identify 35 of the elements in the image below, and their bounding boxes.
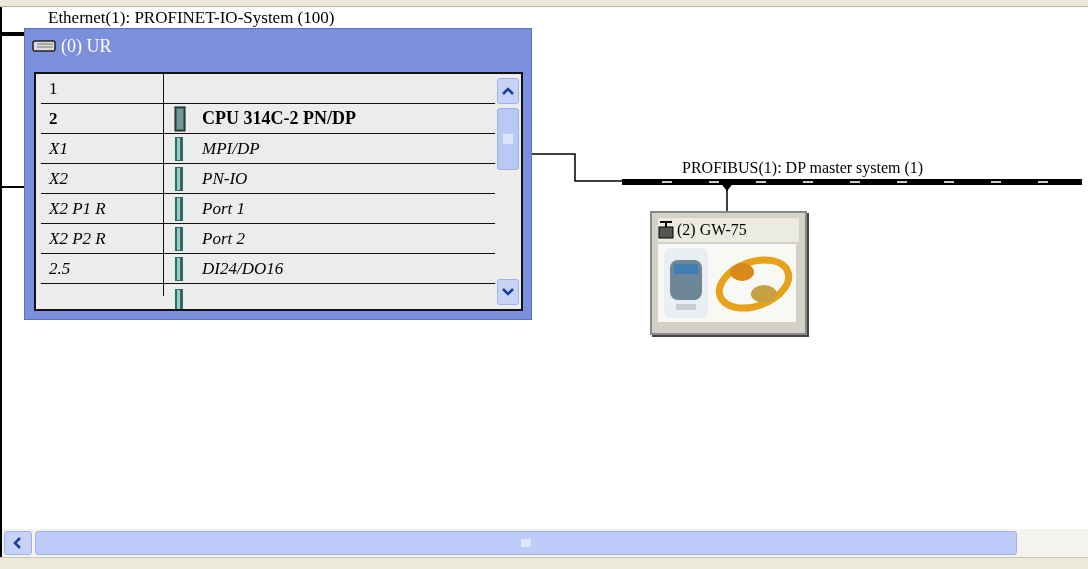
module-icon <box>174 195 186 222</box>
module-icon <box>174 135 186 162</box>
module-icon <box>174 165 186 192</box>
slot-cell: X2 P2 R <box>41 224 164 253</box>
dp-slave-node[interactable]: (2) GW-75 <box>650 211 807 335</box>
scroll-thumb[interactable] <box>35 531 1017 555</box>
slot-cell: X2 <box>41 164 164 193</box>
window-title: (0) UR <box>61 35 112 57</box>
slot-cell: X2 P1 R <box>41 194 164 223</box>
scroll-down-button[interactable] <box>497 279 519 305</box>
module-name: Port 2 <box>202 228 245 249</box>
module-icon <box>174 225 186 252</box>
scroll-thumb[interactable] <box>497 108 519 170</box>
module-name: PN-IO <box>202 168 248 189</box>
slot-cell: 1 <box>41 74 164 103</box>
slot-cell: 2.5 <box>41 254 164 283</box>
rack-icon <box>31 38 59 54</box>
module-icon <box>174 288 186 309</box>
chevron-left-icon <box>13 537 23 549</box>
network-label: Ethernet(1): PROFINET-IO-System (100) <box>48 8 335 28</box>
chevron-up-icon <box>502 87 514 95</box>
slot-cell: 2 <box>41 104 164 133</box>
scroll-left-button[interactable] <box>4 531 32 555</box>
scroll-up-button[interactable] <box>497 78 519 104</box>
module-name: DI24/DO16 <box>202 258 284 279</box>
horizontal-scrollbar[interactable] <box>0 529 1088 557</box>
module-name: CPU 314C-2 PN/DP <box>202 108 356 129</box>
chevron-down-icon <box>502 288 514 296</box>
device-icon <box>658 221 674 239</box>
module-name: Port 1 <box>202 198 245 219</box>
node-title: (2) GW-75 <box>677 221 747 239</box>
network-label: PROFIBUS(1): DP master system (1) <box>682 159 924 177</box>
slot-cell: X1 <box>41 134 164 163</box>
module-icon <box>174 255 186 282</box>
module-name: MPI/DP <box>202 138 260 159</box>
